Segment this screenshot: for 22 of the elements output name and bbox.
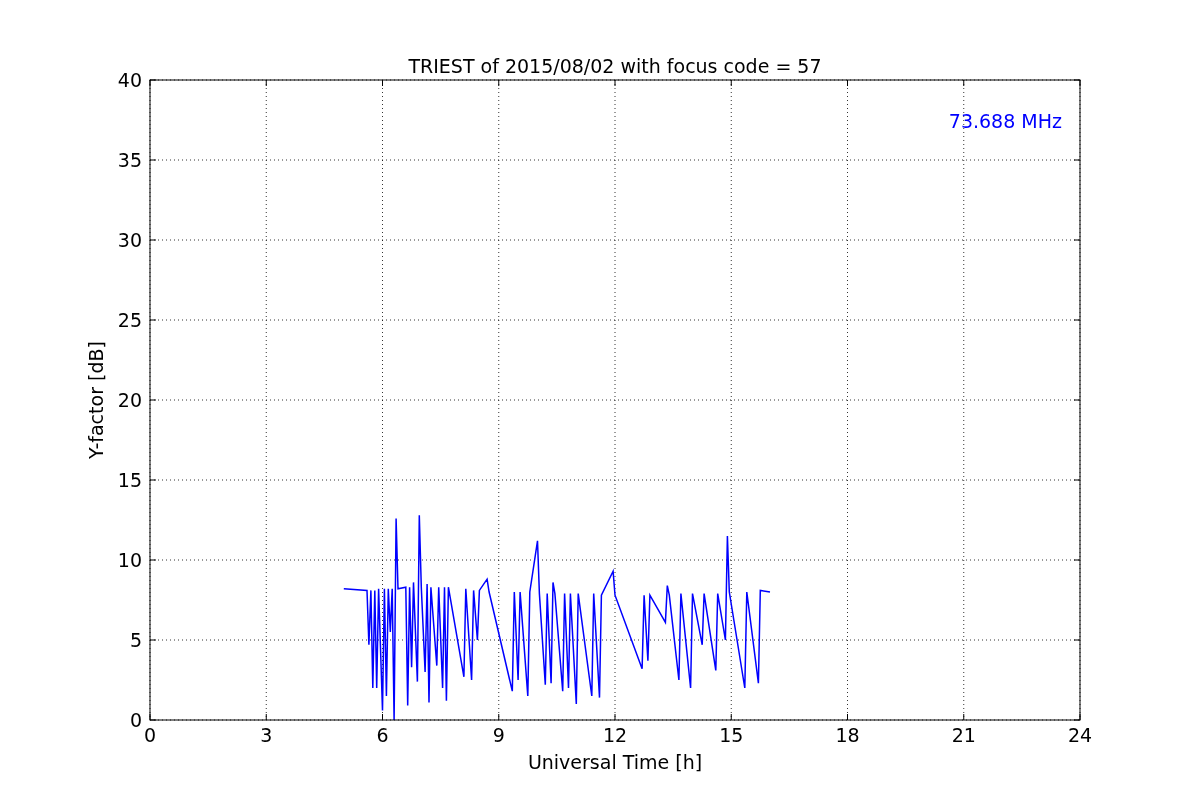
tick-label: 30 xyxy=(117,229,142,251)
tick-label: 9 xyxy=(492,724,505,746)
tick-label: 3 xyxy=(260,724,273,746)
y-axis-label: Y-factor [dB] xyxy=(85,341,107,459)
tick-label: 35 xyxy=(117,149,142,171)
tick-label: 21 xyxy=(951,724,976,746)
tick-label: 15 xyxy=(117,469,142,491)
tick-label: 25 xyxy=(117,309,142,331)
tick-label: 10 xyxy=(117,549,142,571)
tick-label: 6 xyxy=(376,724,389,746)
tick-label: 15 xyxy=(719,724,744,746)
tick-label: 18 xyxy=(835,724,860,746)
tick-label: 24 xyxy=(1067,724,1093,746)
x-axis-label: Universal Time [h] xyxy=(527,751,703,773)
tick-label: 12 xyxy=(602,724,628,746)
tick-label: 20 xyxy=(117,389,142,411)
tick-label: 0 xyxy=(129,709,142,731)
tick-label: 0 xyxy=(143,724,157,746)
tick-label: 5 xyxy=(129,629,142,651)
tick-label: 40 xyxy=(117,69,142,91)
series-label: 73.688 MHz xyxy=(948,110,1062,132)
chart-title: TRIEST of 2015/08/02 with focus code = 57 xyxy=(408,55,822,77)
